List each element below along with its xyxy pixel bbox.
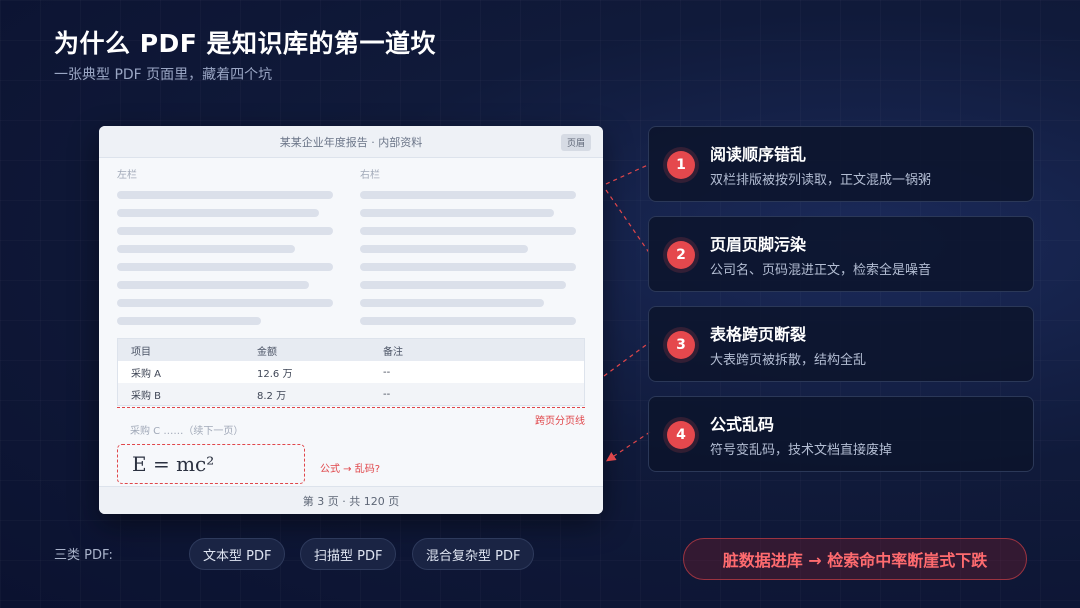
issue-card-table-split: 3 表格跨页断裂 大表跨页被拆散，结构全乱	[648, 306, 1034, 382]
table-cell: 采购 B	[131, 390, 162, 402]
text-line	[360, 191, 576, 199]
issue-title: 表格跨页断裂	[710, 325, 807, 344]
issue-title: 公式乱码	[710, 415, 775, 434]
left-column: 左栏	[117, 166, 333, 335]
page-subtitle: 一张典型 PDF 页面里，藏着四个坑	[54, 67, 273, 83]
doc-header: 某某企业年度报告 · 内部资料 页眉	[99, 126, 603, 158]
table-cell: 12.6 万	[257, 368, 293, 380]
page-split-line	[117, 407, 585, 408]
doc-header-text: 某某企业年度报告 · 内部资料	[279, 135, 423, 149]
connector-arrow	[606, 431, 651, 462]
issue-description: 符号变乱码，技术文档直接废掉	[710, 443, 893, 458]
table-header-cell: 金额	[257, 346, 277, 358]
table-cell: --	[383, 388, 391, 400]
issue-card-reading-order: 1 阅读顺序错乱 双栏排版被按列读取，正文混成一锅粥	[648, 126, 1034, 202]
text-line	[117, 227, 333, 235]
pdf-types-label: 三类 PDF:	[54, 548, 113, 563]
table-header-cell: 备注	[383, 346, 403, 358]
issue-number-badge: 2	[667, 241, 695, 269]
table-header-cell: 项目	[131, 346, 151, 358]
issue-title: 阅读顺序错乱	[710, 145, 807, 164]
text-line	[360, 245, 528, 253]
connector-line	[605, 189, 651, 255]
issue-description: 公司名、页码混进正文，检索全是噪音	[710, 263, 932, 278]
issue-card-header-footer: 2 页眉页脚污染 公司名、页码混进正文，检索全是噪音	[648, 216, 1034, 292]
data-table: 项目 金额 备注 采购 A 12.6 万 -- 采购 B 8.2 万 --	[117, 338, 585, 406]
pdf-type-pill-mixed: 混合复杂型 PDF	[412, 538, 535, 570]
formula-box: E = mc²	[117, 444, 305, 484]
text-line	[117, 209, 319, 217]
right-column: 右栏	[360, 166, 576, 335]
text-line	[117, 281, 309, 289]
table-header-row: 项目 金额 备注	[118, 339, 584, 361]
table-row: 采购 A 12.6 万 --	[118, 361, 584, 383]
issue-number-badge: 1	[667, 151, 695, 179]
formula-note: 公式 → 乱码?	[320, 464, 381, 475]
table-row: 采购 B 8.2 万 --	[118, 383, 584, 405]
issue-description: 大表跨页被拆散，结构全乱	[710, 353, 867, 368]
left-column-label: 左栏	[117, 170, 137, 181]
pdf-page-mock: 某某企业年度报告 · 内部资料 页眉 左栏 右栏 项目 金额 备注 采购 A 1…	[99, 126, 603, 514]
issue-number-badge: 3	[667, 331, 695, 359]
table-continued-row: 采购 C ……（续下一页）	[130, 426, 244, 437]
right-column-label: 右栏	[360, 170, 380, 181]
issue-card-formula: 4 公式乱码 符号变乱码，技术文档直接废掉	[648, 396, 1034, 472]
issue-description: 双栏排版被按列读取，正文混成一锅粥	[710, 173, 932, 188]
table-cell: 8.2 万	[257, 390, 287, 402]
doc-footer: 第 3 页 · 共 120 页	[99, 486, 603, 514]
issue-number-badge: 4	[667, 421, 695, 449]
warning-banner: 脏数据进库 → 检索命中率断崖式下跌	[683, 538, 1027, 580]
text-line	[117, 317, 261, 325]
text-line	[360, 263, 576, 271]
text-line	[117, 191, 333, 199]
text-line	[117, 263, 333, 271]
text-line	[360, 281, 566, 289]
text-line	[117, 245, 295, 253]
text-line	[117, 299, 333, 307]
header-badge: 页眉	[560, 134, 591, 151]
pdf-type-pill-text: 文本型 PDF	[189, 538, 286, 570]
text-line	[360, 227, 576, 235]
page-split-label: 跨页分页线	[535, 416, 585, 427]
page-title: 为什么 PDF 是知识库的第一道坎	[54, 29, 437, 58]
pdf-type-pill-scanned: 扫描型 PDF	[300, 538, 397, 570]
connector-line	[605, 163, 651, 185]
table-cell: --	[383, 366, 391, 378]
text-line	[360, 299, 544, 307]
text-line	[360, 209, 554, 217]
connector-line	[603, 341, 651, 377]
issue-title: 页眉页脚污染	[710, 235, 807, 254]
table-cell: 采购 A	[131, 368, 162, 380]
text-line	[360, 317, 576, 325]
